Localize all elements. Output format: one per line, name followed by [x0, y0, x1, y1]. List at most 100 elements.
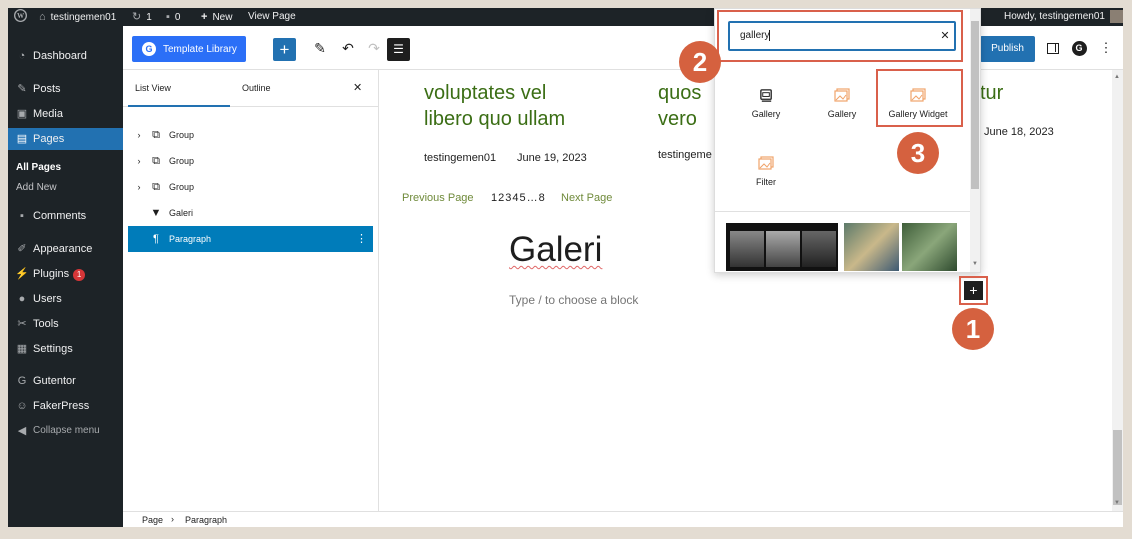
comments-count: 0 — [174, 12, 181, 23]
group-block-icon: ⧉ — [152, 129, 160, 141]
wordpress-logo-icon[interactable]: W — [14, 8, 27, 26]
settings-panel-icon[interactable] — [1042, 26, 1064, 70]
gutentor-logo-icon: G — [17, 375, 27, 387]
submenu-all-pages[interactable]: All Pages — [16, 162, 61, 173]
wrench-icon: ✂ — [17, 318, 27, 330]
post-3-date[interactable]: June 18, 2023 — [984, 126, 1054, 138]
step-2-marker: 2 — [679, 41, 721, 83]
new-content-link[interactable]: + New — [201, 8, 232, 26]
template-library-button[interactable]: G Template Library — [132, 36, 246, 62]
inserter-scrollbar[interactable]: ▼ — [970, 9, 980, 272]
preview-image — [802, 231, 836, 267]
avatar — [1109, 9, 1123, 23]
post-1-date[interactable]: June 19, 2023 — [517, 152, 587, 164]
page-numbers[interactable]: 12345…8 — [491, 192, 546, 204]
menu-posts[interactable]: ✎ Posts — [8, 78, 123, 100]
plugins-text: Plugins — [33, 268, 70, 280]
menu-appearance[interactable]: ✐ Appearance — [8, 238, 123, 260]
menu-fakerpress-label: FakerPress — [33, 400, 90, 412]
menu-comments[interactable]: ▪ Comments — [8, 205, 123, 227]
publish-button[interactable]: Publish — [980, 36, 1035, 62]
redo-icon[interactable]: ↷ — [362, 26, 386, 70]
breadcrumb-page[interactable]: Page — [142, 515, 163, 525]
menu-plugins[interactable]: ⚡ Plugins 1 — [8, 263, 123, 285]
block-gallery-core[interactable]: Gallery — [731, 81, 801, 141]
menu-collapse[interactable]: ◀ Collapse menu — [8, 420, 123, 442]
post-1-author[interactable]: testingemen01 — [424, 152, 496, 164]
undo-icon[interactable]: ↶ — [336, 26, 360, 70]
document-overview-icon[interactable]: ☰ — [387, 38, 410, 61]
canvas-scrollbar[interactable]: ▲ ▼ — [1112, 70, 1123, 511]
list-item-paragraph[interactable]: ¶ Paragraph ⋮ — [128, 226, 373, 252]
canvas-scroll-thumb[interactable] — [1113, 430, 1122, 505]
options-kebab-icon[interactable]: ⋮ — [1098, 26, 1114, 70]
chevron-right-icon[interactable]: › — [134, 122, 144, 148]
block-inserter-toggle[interactable]: + — [273, 38, 296, 61]
scroll-down-icon[interactable]: ▼ — [1114, 500, 1120, 506]
menu-tools-label: Tools — [33, 318, 59, 330]
pattern-preview-dark-gallery[interactable] — [726, 223, 838, 271]
pattern-preview-aerial-1[interactable] — [844, 223, 899, 271]
comments-link[interactable]: ▪ 0 — [166, 8, 180, 26]
tab-list-view[interactable]: List View — [135, 70, 171, 107]
menu-dashboard[interactable]: ◔ Dashboard — [8, 45, 123, 67]
chevron-right-icon[interactable]: › — [134, 148, 144, 174]
close-list-view-icon[interactable]: ✕ — [353, 70, 362, 107]
menu-media[interactable]: ▣ Media — [8, 103, 123, 125]
howdy-account[interactable]: Howdy, testingemen01 — [1004, 8, 1123, 26]
scroll-up-icon[interactable]: ▲ — [1114, 74, 1120, 80]
menu-tools[interactable]: ✂ Tools — [8, 313, 123, 335]
list-item-label: Paragraph — [169, 234, 212, 244]
list-item-group-2[interactable]: › ⧉ Group — [128, 148, 373, 174]
galeri-heading[interactable]: Galeri — [509, 230, 602, 270]
media-icon: ▣ — [16, 108, 28, 120]
post-title-3-fragment[interactable]: tur — [980, 80, 1003, 106]
menu-users[interactable]: ● Users — [8, 288, 123, 310]
post-2-author[interactable]: testingeme — [658, 149, 712, 161]
submenu-add-new[interactable]: Add New — [16, 182, 57, 193]
menu-pages[interactable]: ▤ Pages — [8, 128, 123, 150]
next-page-link[interactable]: Next Page — [561, 192, 612, 204]
chevron-right-icon[interactable]: › — [134, 174, 144, 200]
menu-settings-label: Settings — [33, 343, 73, 355]
block-filter[interactable]: Filter — [731, 149, 801, 209]
tools-pencil-icon[interactable]: ✎ — [308, 26, 332, 70]
users-icon: ● — [18, 293, 26, 305]
scroll-down-icon[interactable]: ▼ — [972, 261, 978, 267]
breadcrumb-separator: › — [171, 514, 174, 524]
bookmark-icon: ▼ — [150, 207, 162, 219]
post-title-1[interactable]: voluptates vel libero quo ullam — [424, 80, 565, 132]
pin-icon: ✎ — [17, 83, 27, 95]
new-label: New — [212, 12, 233, 23]
post-title-2[interactable]: quos vero — [658, 80, 701, 132]
menu-comments-label: Comments — [33, 210, 87, 222]
view-page-link[interactable]: View Page — [248, 8, 296, 26]
previous-page-link[interactable]: Previous Page — [402, 192, 474, 204]
breadcrumb-paragraph[interactable]: Paragraph — [185, 515, 227, 525]
site-name-link[interactable]: ⌂ testingemen01 — [39, 8, 116, 26]
group-block-icon: ⧉ — [152, 181, 160, 193]
block-gallery-gutentor[interactable]: Gallery — [807, 81, 877, 141]
updates-count: 1 — [146, 12, 152, 23]
gutentor-settings-icon[interactable]: G — [1068, 26, 1090, 70]
inserter-scroll-thumb[interactable] — [971, 21, 979, 189]
collapse-arrow-icon: ◀ — [17, 425, 27, 437]
post-title-2-line2: vero — [658, 108, 697, 130]
list-item-galeri[interactable]: ▼ Galeri — [128, 200, 373, 226]
menu-collapse-label: Collapse menu — [33, 425, 100, 436]
list-item-group-3[interactable]: › ⧉ Group — [128, 174, 373, 200]
add-block-button[interactable]: + — [964, 281, 983, 300]
updates-link[interactable]: ↻ 1 — [132, 8, 152, 26]
list-item-group-1[interactable]: › ⧉ Group — [128, 122, 373, 148]
menu-gutentor[interactable]: G Gutentor — [8, 370, 123, 392]
menu-fakerpress[interactable]: ☺ FakerPress — [8, 395, 123, 417]
template-library-label: Template Library — [163, 43, 237, 55]
svg-text:W: W — [17, 12, 25, 20]
post-title-2-line1: quos — [658, 82, 702, 104]
paragraph-placeholder[interactable]: Type / to choose a block — [509, 293, 638, 307]
brush-icon: ✐ — [17, 243, 27, 255]
pattern-preview-aerial-2[interactable] — [902, 223, 957, 271]
menu-settings[interactable]: ▦ Settings — [8, 338, 123, 360]
tab-outline[interactable]: Outline — [242, 70, 271, 107]
block-options-icon[interactable]: ⋮ — [356, 226, 367, 252]
